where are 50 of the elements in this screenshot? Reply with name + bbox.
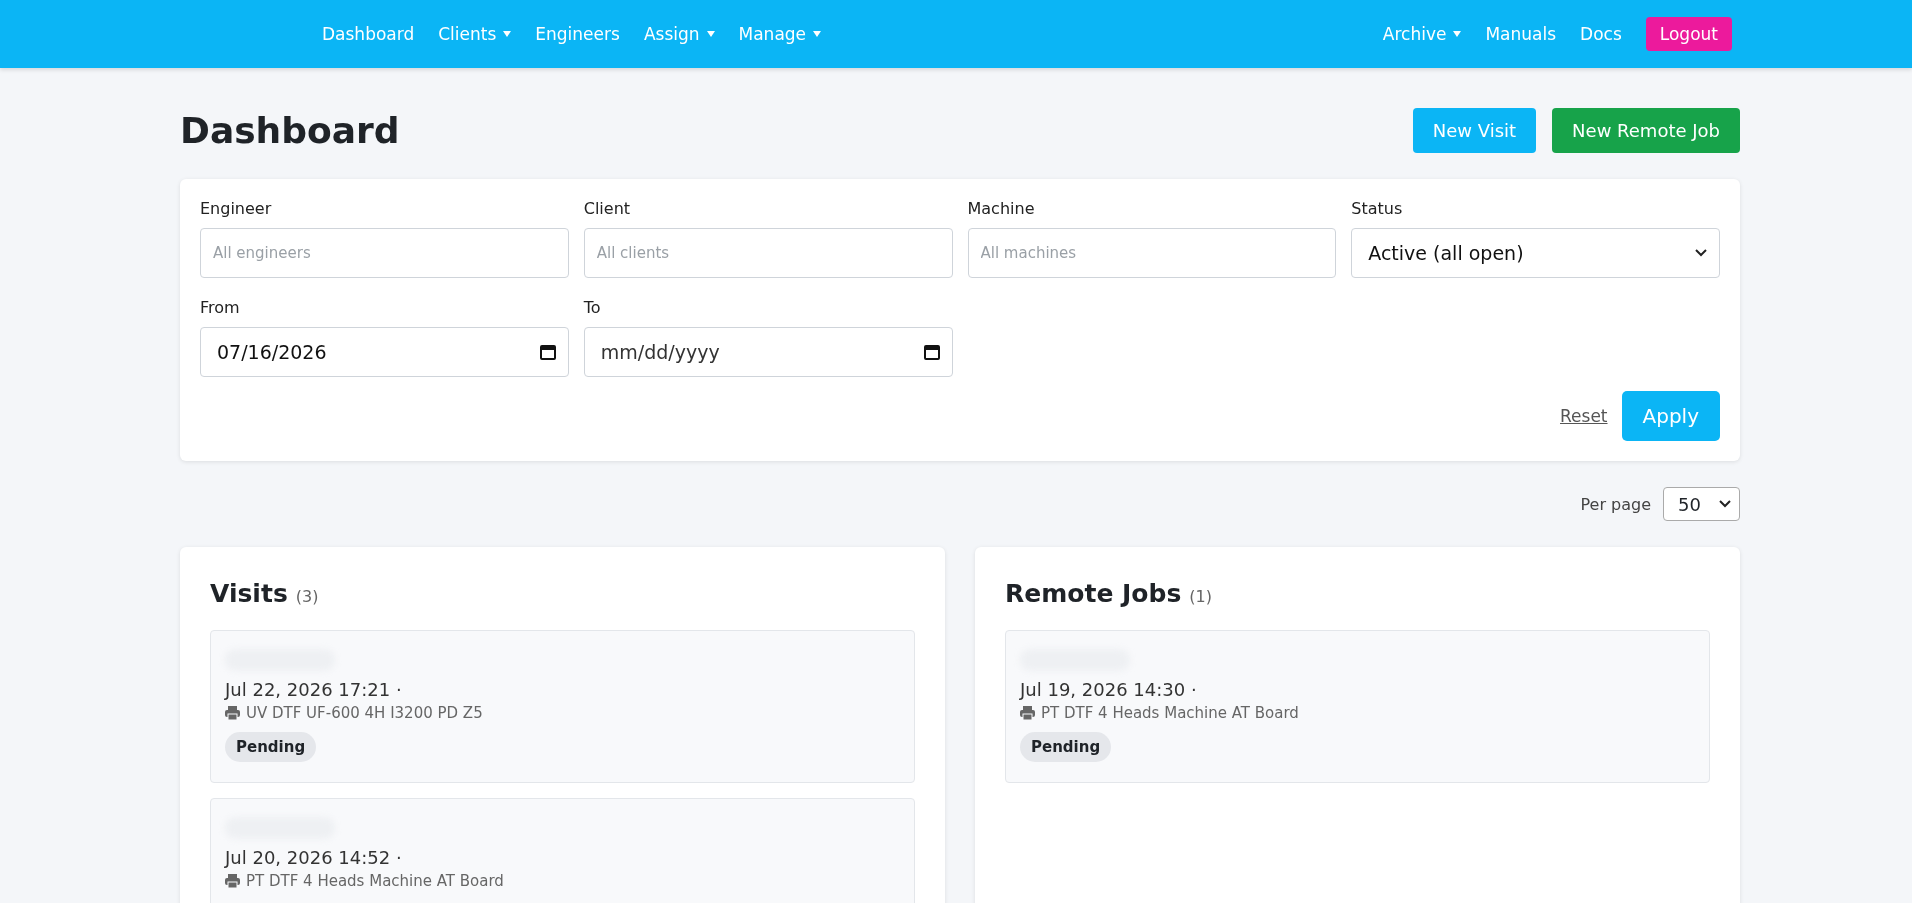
- date-field[interactable]: 07/16/2026: [200, 327, 569, 377]
- nav-link[interactable]: Docs: [1580, 24, 1622, 44]
- field-label: Engineer: [200, 199, 273, 218]
- printer-icon: [1020, 706, 1035, 720]
- nav-link[interactable]: Manuals: [1485, 24, 1557, 44]
- nav-link[interactable]: Dashboard: [322, 24, 415, 44]
- machine-name: UV DTF UF-600 4H I3200 PD Z5: [246, 704, 483, 722]
- input-field[interactable]: All engineers: [200, 228, 569, 278]
- per-page-label: Per page: [1580, 494, 1651, 514]
- select-field[interactable]: Active (all open): [1351, 228, 1720, 278]
- apply-button[interactable]: Apply: [1621, 391, 1720, 441]
- page-title: Dashboard: [180, 110, 400, 151]
- nav-link[interactable]: Manage: [738, 24, 822, 44]
- panel-count: (3): [295, 587, 319, 606]
- calendar-icon: [539, 344, 556, 360]
- status-badge: Pending: [1020, 732, 1112, 762]
- machine-name: PT DTF 4 Heads Machine AT Board: [246, 872, 504, 890]
- panel-title: Remote Jobs: [1005, 579, 1182, 608]
- status-badge: Pending: [225, 732, 317, 762]
- job-date: Jul 19, 2026 14:30 ·: [1020, 679, 1197, 700]
- action-button[interactable]: New Visit: [1412, 108, 1537, 153]
- reset-link[interactable]: Reset: [1560, 406, 1608, 426]
- field-label: Client: [583, 199, 632, 218]
- input-field[interactable]: All machines: [967, 228, 1337, 278]
- printer-icon: [225, 706, 240, 720]
- action-button[interactable]: New Remote Job: [1552, 108, 1740, 153]
- chevron-icon: [1719, 500, 1731, 508]
- chevron-icon: [1695, 249, 1707, 257]
- nav-link[interactable]: Assign: [643, 24, 715, 44]
- field-label: Machine: [967, 199, 1036, 218]
- input-field[interactable]: All clients: [583, 228, 953, 278]
- per-page-select[interactable]: 50: [1663, 487, 1740, 521]
- nav-link[interactable]: Engineers: [535, 24, 620, 44]
- panel-title: Visits: [210, 579, 288, 608]
- printer-icon: [225, 874, 240, 888]
- date-field[interactable]: mm/dd/yyyy: [583, 327, 953, 377]
- job-date: Jul 22, 2026 17:21 ·: [225, 679, 402, 700]
- job-item[interactable]: Jul 20, 2026 14:52 · PT DTF 4 Heads Machine AT Board: [210, 798, 915, 903]
- job-item[interactable]: Jul 22, 2026 17:21 · UV DTF UF-600 4H I3200 PD Z5 Pending: [210, 630, 915, 783]
- field-label: Status: [1351, 199, 1404, 218]
- panel-count: (1): [1189, 587, 1212, 606]
- nav-link[interactable]: Archive: [1382, 24, 1462, 44]
- field-label: From: [200, 298, 241, 317]
- job-item[interactable]: Jul 19, 2026 14:30 · PT DTF 4 Heads Machine AT Board Pending: [1005, 630, 1710, 783]
- logout-button[interactable]: Logout: [1645, 17, 1732, 51]
- job-date: Jul 20, 2026 14:52 ·: [225, 847, 402, 868]
- machine-name: PT DTF 4 Heads Machine AT Board: [1041, 704, 1299, 722]
- nav-link[interactable]: Clients: [438, 24, 512, 44]
- calendar-icon: [923, 344, 940, 360]
- field-label: To: [583, 298, 602, 317]
